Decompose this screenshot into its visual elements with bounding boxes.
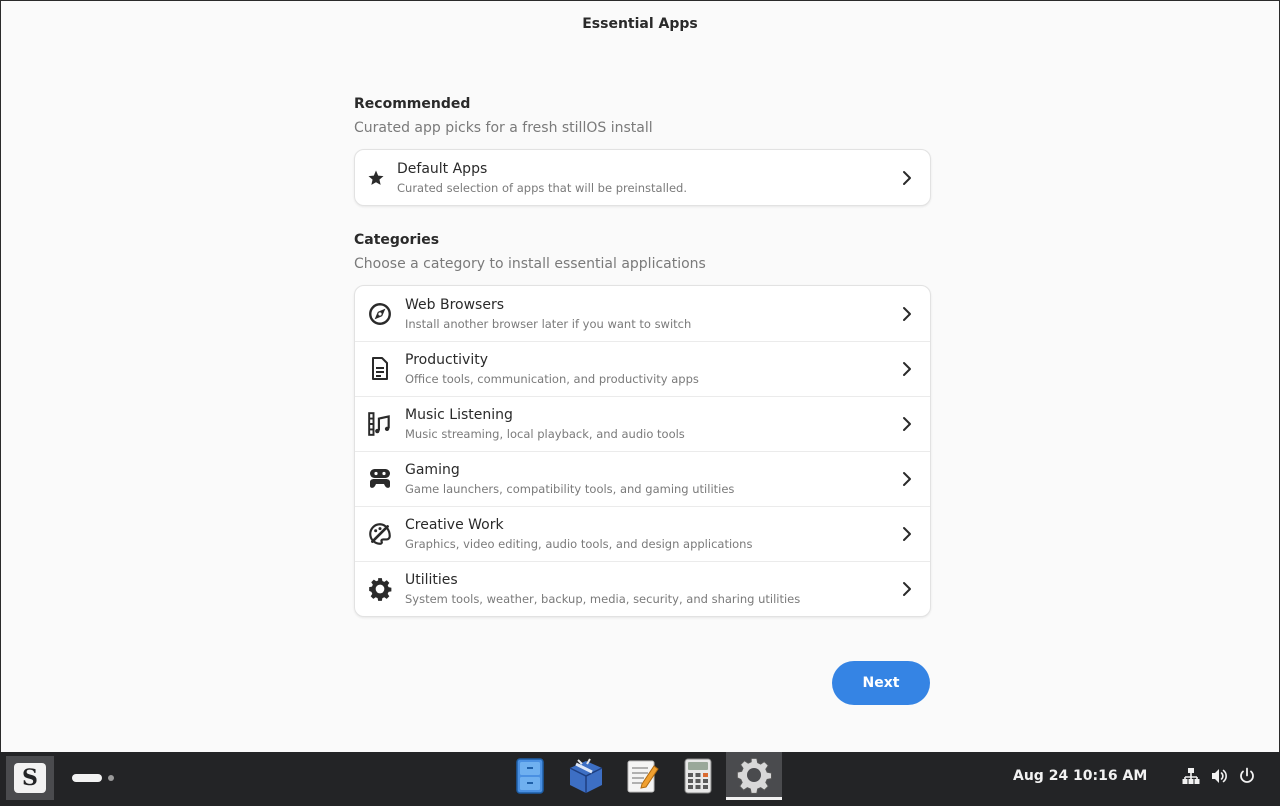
palette-icon bbox=[355, 507, 405, 562]
categories-list: Web Browsers Install another browser lat… bbox=[354, 285, 931, 617]
row-desc: Graphics, video editing, audio tools, an… bbox=[405, 537, 753, 551]
categories-title: Categories bbox=[354, 232, 440, 248]
row-utilities[interactable]: Utilities System tools, weather, backup,… bbox=[355, 561, 930, 616]
file-cabinet-icon[interactable] bbox=[502, 752, 558, 800]
chevron-right-icon bbox=[884, 361, 930, 377]
row-text: Productivity Office tools, communication… bbox=[405, 351, 884, 387]
star-icon bbox=[355, 150, 397, 205]
row-web-browsers[interactable]: Web Browsers Install another browser lat… bbox=[355, 286, 930, 341]
workspace-dot[interactable] bbox=[108, 775, 114, 781]
workspace-indicator[interactable] bbox=[72, 774, 114, 782]
row-desc: Music streaming, local playback, and aud… bbox=[405, 427, 685, 441]
row-text: Gaming Game launchers, compatibility too… bbox=[405, 461, 884, 497]
row-desc: Office tools, communication, and product… bbox=[405, 372, 699, 386]
gamepad-icon bbox=[355, 452, 405, 507]
row-desc: Curated selection of apps that will be p… bbox=[397, 180, 687, 195]
row-desc: Install another browser later if you wan… bbox=[405, 316, 692, 331]
recommended-list: Default Apps Curated selection of apps t… bbox=[354, 149, 931, 206]
recommended-subtitle: Curated app picks for a fresh stillOS in… bbox=[354, 120, 653, 136]
document-icon bbox=[355, 342, 405, 397]
workspace-active[interactable] bbox=[72, 774, 102, 782]
next-button[interactable]: Next bbox=[832, 661, 930, 705]
dock bbox=[502, 752, 782, 806]
row-desc: Game launchers, compatibility tools, and… bbox=[405, 482, 735, 496]
music-film-icon bbox=[355, 397, 405, 452]
clock[interactable]: Aug 24 10:16 AM bbox=[1013, 752, 1147, 806]
row-label: Web Browsers bbox=[405, 296, 504, 313]
chevron-right-icon bbox=[884, 581, 930, 597]
chevron-right-icon bbox=[884, 306, 930, 322]
calculator-icon[interactable] bbox=[670, 752, 726, 800]
stillos-logo: S bbox=[14, 763, 46, 793]
row-text: Music Listening Music streaming, local p… bbox=[405, 406, 884, 442]
system-tray bbox=[1182, 766, 1256, 786]
main-content: Recommended Curated app picks for a fres… bbox=[354, 93, 931, 617]
row-default-apps[interactable]: Default Apps Curated selection of apps t… bbox=[355, 150, 930, 205]
taskbar: S Aug 24 10:16 AM bbox=[0, 752, 1280, 806]
row-text: Creative Work Graphics, video editing, a… bbox=[405, 516, 884, 552]
gear-icon bbox=[355, 562, 405, 617]
row-gaming[interactable]: Gaming Game launchers, compatibility too… bbox=[355, 451, 930, 506]
recommended-title: Recommended bbox=[354, 96, 471, 112]
settings-gear-icon[interactable] bbox=[726, 752, 782, 800]
row-label: Utilities bbox=[405, 572, 458, 588]
window-title: Essential Apps bbox=[582, 16, 698, 32]
chevron-right-icon bbox=[884, 170, 930, 186]
power-icon[interactable] bbox=[1238, 766, 1256, 786]
chevron-right-icon bbox=[884, 471, 930, 487]
row-label: Default Apps bbox=[397, 160, 488, 177]
app-window: Essential Apps Recommended Curated app p… bbox=[0, 0, 1280, 752]
start-button[interactable]: S bbox=[6, 756, 54, 800]
row-creative-work[interactable]: Creative Work Graphics, video editing, a… bbox=[355, 506, 930, 561]
categories-subtitle: Choose a category to install essential a… bbox=[354, 256, 706, 272]
row-label: Creative Work bbox=[405, 517, 504, 533]
compass-icon bbox=[355, 286, 405, 341]
titlebar: Essential Apps bbox=[1, 1, 1279, 47]
row-productivity[interactable]: Productivity Office tools, communication… bbox=[355, 341, 930, 396]
row-text: Default Apps Curated selection of apps t… bbox=[397, 160, 884, 196]
row-label: Gaming bbox=[405, 462, 460, 478]
text-editor-icon[interactable] bbox=[614, 752, 670, 800]
chevron-right-icon bbox=[884, 526, 930, 542]
chevron-right-icon bbox=[884, 416, 930, 432]
row-desc: System tools, weather, backup, media, se… bbox=[405, 592, 801, 606]
network-icon[interactable] bbox=[1182, 766, 1200, 786]
row-music-listening[interactable]: Music Listening Music streaming, local p… bbox=[355, 396, 930, 451]
row-text: Web Browsers Install another browser lat… bbox=[405, 296, 884, 332]
volume-icon[interactable] bbox=[1210, 766, 1228, 786]
row-text: Utilities System tools, weather, backup,… bbox=[405, 571, 884, 607]
package-box-icon[interactable] bbox=[558, 752, 614, 800]
row-label: Music Listening bbox=[405, 407, 513, 423]
row-label: Productivity bbox=[405, 352, 488, 368]
